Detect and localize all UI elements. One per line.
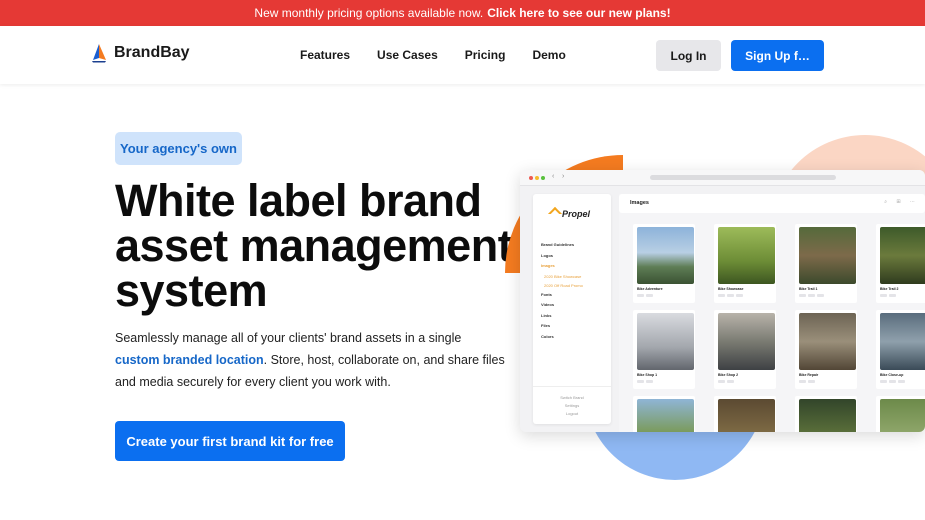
image-card-tags: [799, 380, 815, 383]
image-card-tags: [880, 294, 896, 297]
image-card: [795, 396, 857, 432]
image-thumbnail: [637, 399, 694, 432]
mockup-toolbar-icons: ⌕ ⊞ ⋯: [884, 199, 919, 205]
propel-logo: Propel: [547, 206, 591, 222]
mockup-switch-brand: Switch Brand: [560, 395, 584, 400]
back-arrow-icon: ‹: [552, 173, 555, 180]
browser-toolbar: ‹ ›: [520, 170, 925, 186]
image-card-tags: [880, 380, 905, 383]
image-card-tags: [718, 380, 734, 383]
mockup-sidebar-subitem: 2020 Bike Showcase: [544, 273, 582, 279]
image-thumbnail: [718, 399, 775, 432]
create-brand-kit-button[interactable]: Create your first brand kit for free: [115, 421, 345, 461]
mockup-sidebar: Propel Brand Guidelines Logos Images 202…: [533, 194, 611, 424]
image-thumbnail: [880, 399, 925, 432]
image-thumbnail: [637, 313, 694, 370]
image-card: Bike Adventure: [633, 224, 695, 303]
image-card: Bike Repair: [795, 310, 857, 389]
mockup-sidebar-item-active: Images: [541, 263, 555, 268]
mockup-sidebar-item: Fonts: [541, 291, 552, 297]
mockup-main-panel: Images ⌕ ⊞ ⋯ Bike Adventure Bike Showcas…: [619, 194, 925, 432]
image-card-label: Bike Repair: [799, 373, 819, 377]
image-card: Bike Shop 1: [633, 310, 695, 389]
mockup-settings: Settings: [564, 403, 580, 408]
brand-logo[interactable]: BrandBay: [90, 43, 190, 63]
image-card-label: Bike Trail 1: [799, 287, 818, 291]
image-card: [714, 396, 776, 432]
nav-link-demo[interactable]: Demo: [532, 48, 565, 62]
image-card-label: Bike Close-up: [880, 373, 904, 377]
top-nav: BrandBay Features Use Cases Pricing Demo…: [0, 26, 925, 84]
propel-logo-text: Propel: [562, 209, 591, 219]
image-thumbnail: [880, 313, 925, 370]
mockup-main-header: Images ⌕ ⊞ ⋯: [619, 194, 925, 213]
image-card-tags: [799, 294, 824, 297]
image-card-tags: [718, 294, 743, 297]
image-card-label: Bike Adventure: [637, 287, 663, 291]
image-card-label: Bike Showcase: [718, 287, 744, 291]
image-card: [876, 396, 925, 432]
hero-description-highlight: custom branded location: [115, 353, 264, 367]
image-card-label: Bike Shop 1: [637, 373, 658, 377]
hero-headline: White label brand asset management syste…: [115, 175, 513, 316]
address-bar: [650, 175, 836, 180]
mockup-sidebar-item: Links: [541, 312, 552, 318]
mockup-sidebar-item: Files: [541, 323, 551, 328]
image-thumbnail: [799, 399, 856, 432]
mockup-sidebar-menu: Brand Guidelines Logos Images 2020 Bike …: [541, 242, 583, 344]
mockup-logout: Logout: [565, 411, 579, 416]
hero-description-start: Seamlessly manage all of your clients' b…: [115, 331, 462, 345]
mockup-sidebar-subitem: 2020 Off Road Promo: [544, 282, 583, 288]
nav-link-use-cases[interactable]: Use Cases: [377, 48, 438, 62]
propel-mark-icon: [547, 206, 563, 222]
nav-link-features[interactable]: Features: [300, 48, 350, 62]
hero-eyebrow-badge: Your agency's own: [115, 132, 242, 165]
mockup-main-title: Images: [630, 200, 649, 206]
app-screenshot-mockup: ‹ › Propel Brand Guidelines Logos Images…: [520, 170, 925, 432]
mockup-sidebar-footer: Switch Brand Settings Logout: [533, 386, 611, 419]
window-close-dot: [529, 176, 533, 180]
nav-links: Features Use Cases Pricing Demo: [300, 48, 566, 62]
mockup-sidebar-item: Colors: [541, 333, 554, 339]
image-card: Bike Shop 2: [714, 310, 776, 389]
image-thumbnail: [880, 227, 925, 284]
image-card: Bike Trail 2: [876, 224, 925, 303]
image-card: Bike Showcase: [714, 224, 776, 303]
signup-button[interactable]: Sign Up f…: [731, 40, 824, 71]
mockup-sidebar-item: Logos: [541, 252, 553, 258]
mockup-sidebar-item: Brand Guidelines: [541, 242, 575, 247]
image-card-tags: [637, 294, 653, 297]
image-thumbnail: [637, 227, 694, 284]
image-card: Bike Trail 1: [795, 224, 857, 303]
brand-name: BrandBay: [114, 44, 190, 61]
mockup-sidebar-item: Videos: [541, 302, 555, 307]
image-card-label: Bike Trail 2: [880, 287, 899, 291]
sail-logo-icon: [92, 44, 106, 63]
image-thumbnail: [799, 313, 856, 370]
hero-description: Seamlessly manage all of your clients' b…: [115, 327, 505, 393]
window-minimize-dot: [535, 176, 539, 180]
image-thumbnail: [718, 313, 775, 370]
image-card: Bike Close-up: [876, 310, 925, 389]
image-thumbnail: [718, 227, 775, 284]
image-card: [633, 396, 695, 432]
announcement-text: New monthly pricing options available no…: [254, 6, 484, 20]
login-button[interactable]: Log In: [656, 40, 721, 71]
announcement-bar: New monthly pricing options available no…: [0, 0, 925, 26]
image-card-label: Bike Shop 2: [718, 373, 739, 377]
forward-arrow-icon: ›: [562, 173, 565, 180]
image-card-tags: [637, 380, 653, 383]
window-maximize-dot: [541, 176, 545, 180]
announcement-link[interactable]: Click here to see our new plans!: [487, 6, 670, 20]
nav-link-pricing[interactable]: Pricing: [465, 48, 506, 62]
image-thumbnail: [799, 227, 856, 284]
